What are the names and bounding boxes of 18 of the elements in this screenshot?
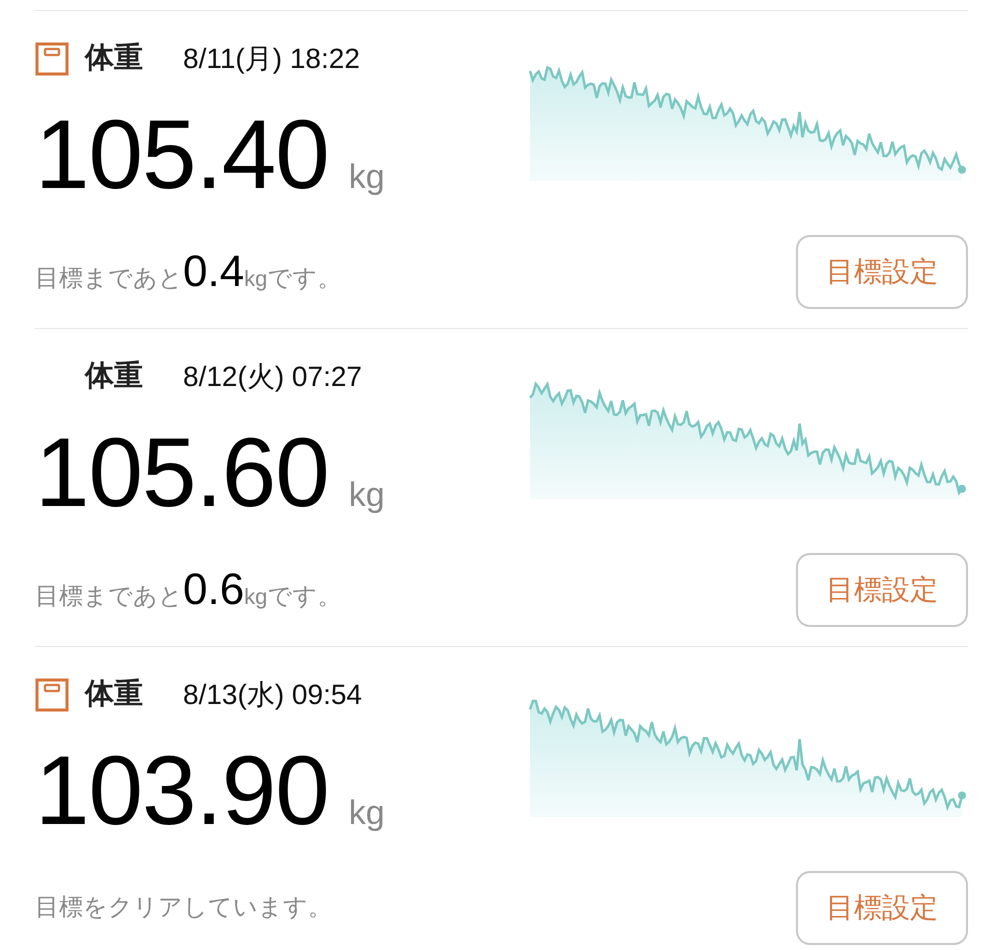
entry-datetime: 8/12(火) 07:27 — [183, 360, 362, 394]
goal-setting-button[interactable]: 目標設定 — [796, 553, 968, 627]
goal-setting-button[interactable]: 目標設定 — [796, 871, 968, 945]
entry-datetime: 8/11(月) 18:22 — [183, 42, 360, 76]
goal-message: 目標をクリアしています。 — [35, 893, 332, 923]
entry-title: 体重 — [85, 359, 143, 394]
goal-message: 目標まであと 0.4kgです。 — [35, 246, 342, 298]
weight-value: 103.90 — [35, 741, 329, 839]
goal-message: 目標まであと 0.6kgです。 — [35, 564, 342, 616]
weight-unit: kg — [348, 475, 385, 516]
weight-value: 105.40 — [35, 105, 329, 203]
entry-datetime: 8/13(水) 09:54 — [183, 678, 362, 712]
weight-unit: kg — [348, 793, 385, 834]
entry-title: 体重 — [85, 41, 143, 76]
weight-value: 105.60 — [35, 423, 329, 521]
goal-setting-button[interactable]: 目標設定 — [796, 235, 968, 309]
entry-title: 体重 — [85, 677, 143, 712]
weight-unit: kg — [348, 157, 385, 198]
